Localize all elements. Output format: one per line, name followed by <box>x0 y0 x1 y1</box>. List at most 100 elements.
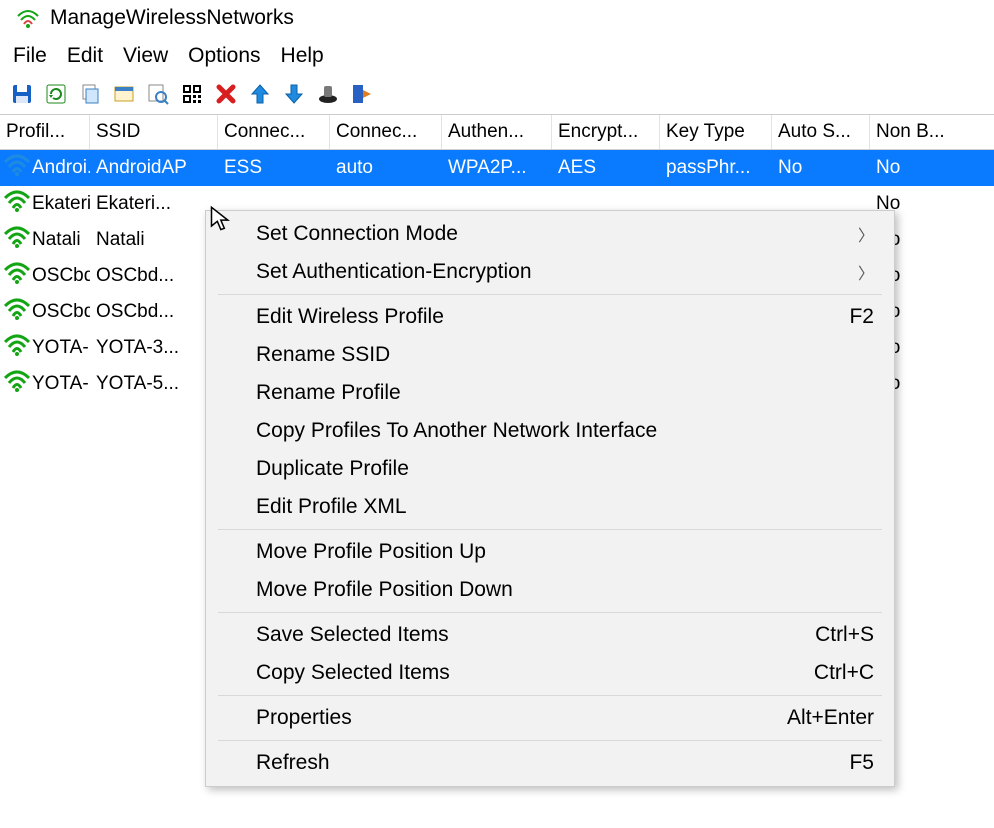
menu-item-label: Edit Wireless Profile <box>256 305 444 329</box>
submenu-arrow-icon: 〉 <box>858 260 874 284</box>
wifi-icon <box>4 226 30 254</box>
ssid-cell: OSCbd... <box>90 262 218 290</box>
profile-cell: OSCbdv <box>0 259 90 293</box>
menubar: File Edit View Options Help <box>0 36 994 76</box>
menu-item-label: Rename SSID <box>256 343 390 367</box>
auto-switch-cell <box>772 201 870 207</box>
connection-mode-cell: auto <box>330 154 442 182</box>
menu-view[interactable]: View <box>120 42 171 70</box>
menu-item-label: Copy Selected Items <box>256 661 450 685</box>
properties-icon[interactable] <box>110 80 138 108</box>
ssid-cell: Natali <box>90 226 218 254</box>
column-profile[interactable]: Profil... <box>0 115 90 149</box>
menu-item[interactable]: Set Connection Mode〉 <box>206 215 894 253</box>
authentication-cell: WPA2P... <box>442 154 552 182</box>
wifi-icon <box>4 154 30 182</box>
exit-icon[interactable] <box>348 80 376 108</box>
toolbar <box>0 76 994 115</box>
menu-item[interactable]: Copy Profiles To Another Network Interfa… <box>206 412 894 450</box>
connection-type-cell <box>218 201 330 207</box>
ssid-cell: OSCbd... <box>90 298 218 326</box>
menu-item-label: Rename Profile <box>256 381 401 405</box>
menu-help[interactable]: Help <box>278 42 327 70</box>
table-row[interactable]: Androi...AndroidAPESSautoWPA2P...AESpass… <box>0 150 994 186</box>
menu-item-label: Move Profile Position Down <box>256 578 513 602</box>
menu-edit[interactable]: Edit <box>64 42 106 70</box>
profile-cell: OSCbd... <box>0 295 90 329</box>
auto-switch-cell: No <box>772 154 870 182</box>
menu-shortcut: F5 <box>849 751 874 775</box>
submenu-arrow-icon: 〉 <box>858 222 874 246</box>
find-icon[interactable] <box>144 80 172 108</box>
menu-item[interactable]: RefreshF5 <box>206 744 894 782</box>
context-menu: Set Connection Mode〉Set Authentication-E… <box>205 210 895 787</box>
ssid-cell: YOTA-5... <box>90 370 218 398</box>
column-ssid[interactable]: SSID <box>90 115 218 149</box>
encryption-cell <box>552 201 660 207</box>
menu-separator <box>218 740 882 741</box>
menu-shortcut: F2 <box>849 305 874 329</box>
key-type-cell: passPhr... <box>660 154 772 182</box>
move-down-icon[interactable] <box>280 80 308 108</box>
column-connection-mode[interactable]: Connec... <box>330 115 442 149</box>
wifi-icon <box>4 370 30 398</box>
menu-item[interactable]: Properties Alt+Enter <box>206 699 894 737</box>
column-non-broadcast[interactable]: Non B... <box>870 115 958 149</box>
column-connection-type[interactable]: Connec... <box>218 115 330 149</box>
copy-icon[interactable] <box>76 80 104 108</box>
menu-item[interactable]: Move Profile Position Down <box>206 571 894 609</box>
column-auto-switch[interactable]: Auto S... <box>772 115 870 149</box>
wifi-icon <box>4 262 30 290</box>
delete-icon[interactable] <box>212 80 240 108</box>
move-up-icon[interactable] <box>246 80 274 108</box>
profile-name: YOTA-... <box>32 337 90 359</box>
menu-item[interactable]: Save Selected ItemsCtrl+S <box>206 616 894 654</box>
authentication-cell <box>442 201 552 207</box>
menu-shortcut: Alt+Enter <box>787 706 874 730</box>
menu-separator <box>218 529 882 530</box>
menu-separator <box>218 294 882 295</box>
menu-item-label: Copy Profiles To Another Network Interfa… <box>256 419 657 443</box>
column-authentication[interactable]: Authen... <box>442 115 552 149</box>
menu-item[interactable]: Set Authentication-Encryption〉 <box>206 253 894 291</box>
menu-options[interactable]: Options <box>185 42 263 70</box>
profile-cell: Androi... <box>0 151 90 185</box>
menu-separator <box>218 695 882 696</box>
ssid-cell: AndroidAP <box>90 154 218 182</box>
menu-item[interactable]: Move Profile Position Up <box>206 533 894 571</box>
menu-item-label: Duplicate Profile <box>256 457 409 481</box>
menu-item[interactable]: Edit Profile XML <box>206 488 894 526</box>
menu-item[interactable]: Edit Wireless Profile F2 <box>206 298 894 336</box>
menu-item-label: Properties <box>256 706 352 730</box>
menu-shortcut: Ctrl+C <box>814 661 874 685</box>
menu-item-label: Move Profile Position Up <box>256 540 486 564</box>
wifi-icon <box>4 334 30 362</box>
profile-name: OSCbdv <box>32 265 90 287</box>
titlebar: ManageWirelessNetworks <box>0 0 994 36</box>
menu-item[interactable]: Rename SSID <box>206 336 894 374</box>
app-icon <box>16 6 40 30</box>
qrcode-icon[interactable] <box>178 80 206 108</box>
menu-item[interactable]: Copy Selected Items Ctrl+C <box>206 654 894 692</box>
profile-cell: YOTA-... <box>0 367 90 401</box>
refresh-icon[interactable] <box>42 80 70 108</box>
save-icon[interactable] <box>8 80 36 108</box>
profile-name: Androi... <box>32 157 90 179</box>
wifi-icon <box>4 190 30 218</box>
encryption-cell: AES <box>552 154 660 182</box>
wifi-icon <box>4 298 30 326</box>
interface-icon[interactable] <box>314 80 342 108</box>
profile-cell: Ekateri... <box>0 187 90 221</box>
column-encryption[interactable]: Encrypt... <box>552 115 660 149</box>
menu-item[interactable]: Duplicate Profile <box>206 450 894 488</box>
menu-shortcut: Ctrl+S <box>815 623 874 647</box>
non-broadcast-cell: No <box>870 154 958 182</box>
key-type-cell <box>660 201 772 207</box>
column-key-type[interactable]: Key Type <box>660 115 772 149</box>
menu-file[interactable]: File <box>10 42 50 70</box>
menu-item[interactable]: Rename Profile <box>206 374 894 412</box>
connection-mode-cell <box>330 201 442 207</box>
profile-cell: Natali <box>0 223 90 257</box>
profile-name: Ekateri... <box>32 193 90 215</box>
ssid-cell: YOTA-3... <box>90 334 218 362</box>
